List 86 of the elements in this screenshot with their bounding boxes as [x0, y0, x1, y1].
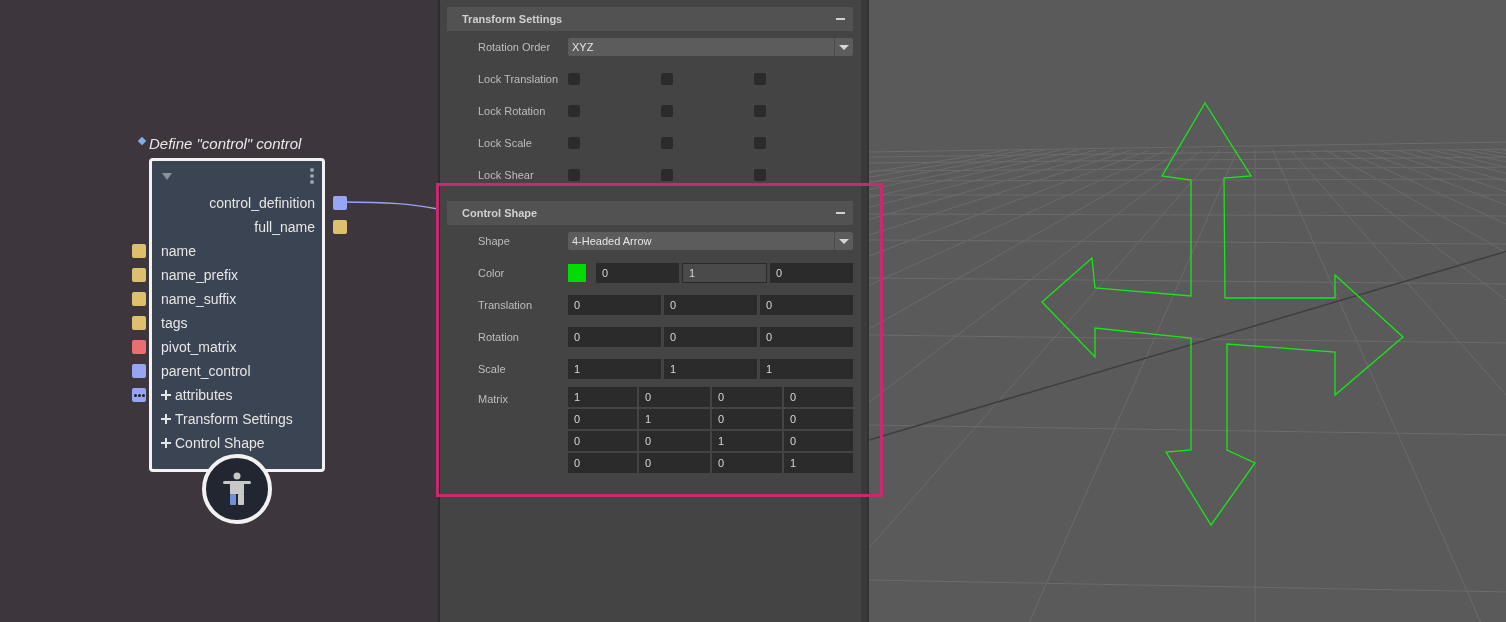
output-port[interactable]: [333, 220, 347, 234]
output-port-label: control_definition: [209, 195, 315, 211]
input-port[interactable]: [132, 316, 146, 330]
checkbox[interactable]: [754, 137, 766, 149]
checkbox[interactable]: [568, 137, 580, 149]
input-port-label: name_suffix: [161, 291, 237, 307]
checkbox[interactable]: [661, 105, 673, 117]
input-field[interactable]: 0: [784, 409, 853, 429]
checkbox[interactable]: [754, 73, 766, 85]
rotation-order-dropdown[interactable]: XYZ: [568, 38, 853, 56]
input-port-label: parent_control: [161, 363, 251, 379]
input-port[interactable]: [132, 340, 146, 354]
group-label[interactable]: Transform Settings: [175, 411, 293, 427]
field-label: Shape: [478, 235, 511, 247]
input-field[interactable]: 0: [568, 295, 661, 315]
node-type-icon: [137, 136, 147, 145]
input-field[interactable]: 1: [664, 359, 757, 379]
checkbox[interactable]: [661, 137, 673, 149]
input-field[interactable]: 0: [664, 295, 757, 315]
section-header[interactable]: Transform Settings: [447, 7, 853, 31]
input-field[interactable]: 0: [596, 263, 679, 283]
field-label: Lock Scale: [478, 137, 533, 149]
input-port-label: name: [161, 243, 197, 259]
checkbox[interactable]: [661, 169, 673, 181]
output-port-label: full_name: [254, 219, 315, 235]
array-port[interactable]: [132, 388, 146, 402]
group-label[interactable]: Control Shape: [175, 435, 265, 451]
input-field[interactable]: 0: [639, 431, 710, 451]
input-field[interactable]: 0: [568, 453, 637, 473]
shape-dropdown[interactable]: 4-Headed Arrow: [568, 232, 853, 250]
expand-plus-icon[interactable]: [161, 438, 171, 448]
input-field[interactable]: 0: [712, 387, 782, 407]
input-field[interactable]: 0: [770, 263, 853, 283]
input-port[interactable]: [132, 268, 146, 282]
input-port[interactable]: [132, 244, 146, 258]
input-field[interactable]: 0: [639, 453, 710, 473]
checkbox[interactable]: [661, 73, 673, 85]
field-label: Rotation Order: [478, 41, 552, 53]
input-field[interactable]: 0: [568, 327, 661, 347]
field-label: Lock Translation: [478, 73, 560, 85]
input-field[interactable]: 1: [568, 359, 661, 379]
input-field[interactable]: 0: [664, 327, 757, 347]
checkbox[interactable]: [754, 105, 766, 117]
output-port[interactable]: [333, 196, 347, 210]
field-label: Lock Rotation: [478, 105, 547, 117]
caret-icon: [839, 44, 849, 50]
group-label[interactable]: attributes: [175, 387, 233, 403]
node-title: Define "control" control: [149, 135, 302, 152]
input-field[interactable]: 0: [712, 409, 782, 429]
input-port[interactable]: [132, 364, 146, 378]
input-port-label: tags: [161, 315, 188, 331]
person-icon: [222, 472, 252, 506]
input-field[interactable]: 0: [760, 295, 853, 315]
color-swatch[interactable]: [568, 264, 586, 282]
field-label: Matrix: [478, 392, 509, 405]
caret-icon: [839, 238, 849, 244]
field-label: Rotation: [478, 331, 520, 343]
input-field[interactable]: 1: [760, 359, 853, 379]
input-field[interactable]: 1: [639, 409, 710, 429]
input-field[interactable]: 1: [784, 453, 853, 473]
field-label: Color: [478, 267, 506, 279]
input-field[interactable]: 0: [784, 387, 853, 407]
checkbox[interactable]: [568, 169, 580, 181]
expand-plus-icon[interactable]: [161, 414, 171, 424]
input-field[interactable]: 0: [760, 327, 853, 347]
input-port-label: name_prefix: [161, 267, 239, 283]
input-field[interactable]: 0: [568, 409, 637, 429]
input-field[interactable]: 1: [682, 263, 767, 283]
input-field[interactable]: 1: [568, 387, 637, 407]
collapse-triangle-icon[interactable]: [162, 172, 172, 180]
field-label: Lock Shear: [478, 169, 535, 181]
checkbox[interactable]: [568, 73, 580, 85]
expand-plus-icon[interactable]: [161, 390, 171, 400]
field-label: Scale: [478, 363, 507, 375]
more-options-icon[interactable]: [310, 168, 314, 184]
section-header[interactable]: Control Shape: [447, 201, 853, 225]
input-field[interactable]: 0: [639, 387, 710, 407]
input-field[interactable]: 0: [784, 431, 853, 451]
checkbox[interactable]: [568, 105, 580, 117]
input-port-label: pivot_matrix: [161, 339, 237, 355]
input-field[interactable]: 0: [568, 431, 637, 451]
input-port[interactable]: [132, 292, 146, 306]
checkbox[interactable]: [754, 169, 766, 181]
input-field[interactable]: 1: [712, 431, 782, 451]
input-field[interactable]: 0: [712, 453, 782, 473]
field-label: Translation: [478, 299, 533, 311]
